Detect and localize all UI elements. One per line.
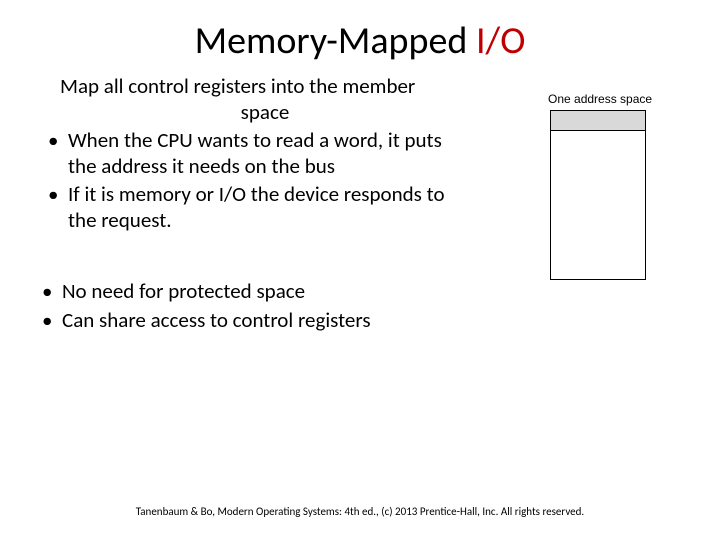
diagram-shaded-region [551,111,645,131]
footer-citation: Tanenbaum & Bo, Modern Operating Systems… [0,505,720,518]
title-io: I/O [476,18,525,64]
list-item: When the CPU wants to read a word, it pu… [40,127,470,180]
list-item: No need for protected space [40,277,690,305]
list-item: If it is memory or I/O the device respon… [40,181,470,234]
list-item: Can share access to control registers [40,306,690,334]
slide-title: Memory-Mapped I/O [0,0,720,74]
secondary-bullet-list: No need for protected space Can share ac… [40,277,690,334]
subtitle-line2: space [60,99,470,125]
title-main: Memory-Mapped [195,18,476,64]
address-space-diagram: One address space [548,92,668,280]
diagram-label: One address space [548,92,668,106]
subtitle-line1: Map all control registers into the membe… [60,74,470,99]
diagram-box [550,110,646,280]
